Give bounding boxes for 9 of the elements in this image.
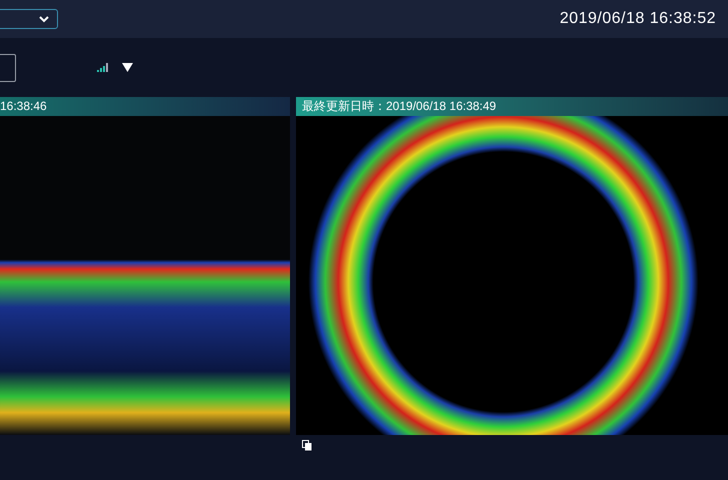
control-button[interactable]: [0, 54, 16, 82]
date-time: 2019/06/18 16:38:52: [560, 9, 716, 29]
chevron-down-icon: [39, 16, 49, 22]
dropdown-select[interactable]: [0, 9, 58, 29]
triangle-down-icon[interactable]: [122, 63, 133, 72]
panel-header: 16:38:46: [0, 97, 290, 116]
signal-strength-icon: [97, 63, 109, 72]
copy-icon[interactable]: [302, 440, 312, 451]
panel-header: 最終更新日時：2019/06/18 16:38:49: [296, 97, 728, 116]
